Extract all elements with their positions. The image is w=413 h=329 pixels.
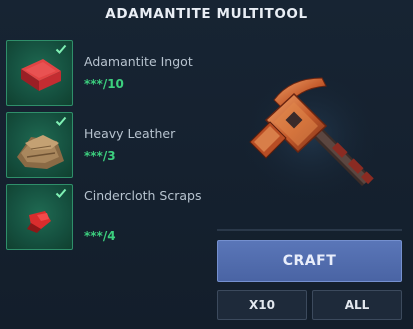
craft-button[interactable]: CRAFT: [217, 240, 402, 282]
check-icon: [55, 44, 67, 54]
ingredient-row-adamantite-ingot[interactable]: Adamantite Ingot ***/10: [6, 40, 206, 110]
craft-all-button[interactable]: ALL: [312, 290, 402, 320]
divider: [217, 229, 402, 231]
ingredient-row-heavy-leather[interactable]: Heavy Leather ***/3: [6, 112, 206, 182]
check-icon: [55, 188, 67, 198]
ingredient-count: ***/10: [84, 77, 124, 91]
ingredient-name: Cindercloth Scraps: [84, 188, 202, 203]
ingredient-slot[interactable]: [6, 184, 73, 250]
ingredient-name: Adamantite Ingot: [84, 54, 193, 69]
crafting-panel: ADAMANTITE MULTITOOL Adamantite Ingot **…: [0, 0, 413, 329]
ingredient-slot[interactable]: [6, 40, 73, 106]
ingredient-name: Heavy Leather: [84, 126, 176, 141]
check-icon: [55, 116, 67, 126]
ingredient-slot[interactable]: [6, 112, 73, 178]
ingredient-count: ***/4: [84, 229, 116, 243]
multitool-icon: [235, 65, 385, 205]
ingredient-row-cindercloth-scraps[interactable]: Cindercloth Scraps ***/4: [6, 184, 206, 254]
ingredient-count: ***/3: [84, 149, 116, 163]
craft-x10-button[interactable]: X10: [217, 290, 307, 320]
recipe-title: ADAMANTITE MULTITOOL: [105, 6, 308, 22]
